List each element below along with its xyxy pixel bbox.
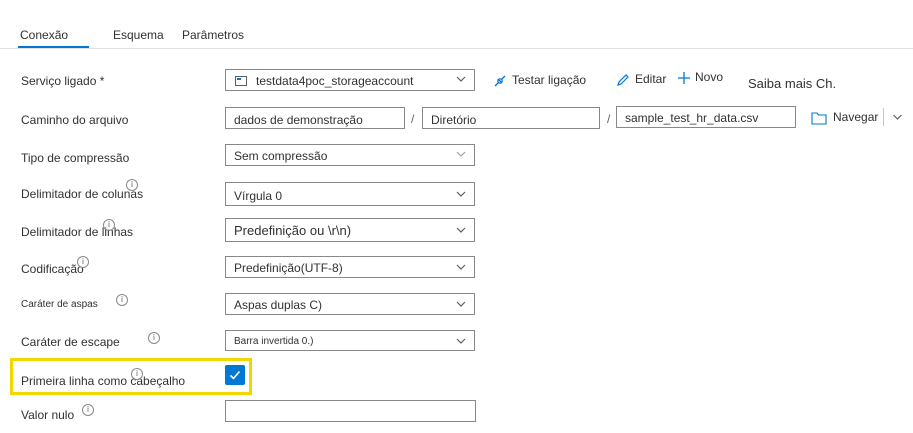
new-label: Novo [695, 70, 724, 84]
tab-connection[interactable]: Conexão [20, 28, 68, 42]
info-icon: i [148, 332, 160, 344]
tab-divider [0, 48, 913, 49]
compression-select[interactable]: Sem compressão [225, 144, 475, 166]
plus-icon [678, 72, 690, 84]
file-path-label: Caminho do arquivo [21, 113, 129, 127]
pencil-icon [617, 74, 629, 86]
info-icon: i [82, 404, 94, 416]
directory-value: Diretório [431, 113, 477, 127]
quote-char-label: Caráter de aspas [21, 299, 98, 310]
storage-icon [235, 76, 247, 86]
first-row-header-checkbox[interactable] [225, 365, 245, 385]
chevron-down-icon [456, 264, 466, 270]
test-connection-button[interactable]: Testar ligação [492, 73, 586, 89]
checkmark-icon [229, 370, 241, 380]
info-icon: i [116, 294, 128, 306]
null-value-label: Valor nulo [21, 408, 75, 422]
row-delimiter-select[interactable]: Predefinição ou \r\n) [225, 218, 475, 242]
browse-button[interactable]: Navegar [811, 110, 878, 125]
learn-more-link[interactable]: Saiba mais Ch. [748, 76, 836, 91]
row-delimiter-label: Delimitador de linhas [21, 225, 134, 239]
container-input[interactable]: dados de demonstração [225, 107, 405, 129]
row-delimiter-value: Predefinição ou \r\n) [234, 223, 352, 238]
chevron-down-icon [456, 76, 466, 82]
edit-label: Editar [635, 72, 667, 87]
linked-service-value: testdata4poc_storageaccount [256, 74, 414, 88]
chevron-down-icon [456, 227, 466, 233]
quote-char-select[interactable]: Aspas duplas C) [225, 293, 475, 315]
chevron-down-icon [456, 301, 466, 307]
tab-parameters[interactable]: Parâmetros [182, 28, 244, 42]
browse-divider [883, 108, 884, 126]
quote-char-value: Aspas duplas C) [234, 298, 323, 312]
escape-char-select[interactable]: Barra invertida 0.) [225, 330, 475, 351]
path-separator: / [411, 112, 415, 126]
chevron-down-icon [456, 191, 466, 197]
chevron-down-icon [456, 151, 466, 157]
new-button[interactable]: Novo [676, 70, 723, 86]
path-separator-2: / [607, 112, 611, 126]
folder-icon [811, 112, 827, 125]
escape-char-value: Barra invertida 0.) [234, 336, 314, 347]
column-delimiter-label: Delimitador de colunas [21, 187, 144, 201]
compression-value: Sem compressão [234, 149, 328, 163]
plug-icon [494, 75, 506, 87]
column-delimiter-select[interactable]: Vírgula 0 [225, 182, 475, 206]
linked-service-select[interactable]: testdata4poc_storageaccount [225, 69, 475, 91]
escape-char-label: Caráter de escape [21, 335, 120, 349]
info-icon: i [131, 368, 143, 380]
column-delimiter-value: Vírgula 0 [234, 189, 283, 203]
encoding-select[interactable]: Predefinição(UTF-8) [225, 256, 475, 278]
compression-label: Tipo de compressão [21, 151, 130, 165]
linked-service-label: Serviço ligado * [21, 74, 105, 88]
first-row-header-label: Primeira linha como cabeçalho [21, 374, 186, 388]
info-icon: i [103, 219, 115, 231]
encoding-value: Predefinição(UTF-8) [234, 261, 343, 275]
encoding-label: Codificação [21, 262, 84, 276]
file-name-input[interactable]: sample_test_hr_data.csv [616, 106, 796, 128]
file-name-value: sample_test_hr_data.csv [625, 111, 759, 125]
info-icon: i [126, 179, 138, 191]
chevron-down-icon[interactable] [892, 112, 903, 122]
tab-schema[interactable]: Esquema [113, 28, 164, 42]
container-value: dados de demonstração [234, 113, 363, 127]
browse-label: Navegar [833, 110, 879, 124]
chevron-down-icon [456, 338, 466, 344]
edit-button[interactable]: Editar [615, 72, 666, 88]
info-icon: i [77, 256, 89, 268]
null-value-input[interactable] [225, 400, 476, 422]
directory-input[interactable]: Diretório [422, 107, 600, 129]
test-connection-label: Testar ligação [512, 73, 587, 88]
